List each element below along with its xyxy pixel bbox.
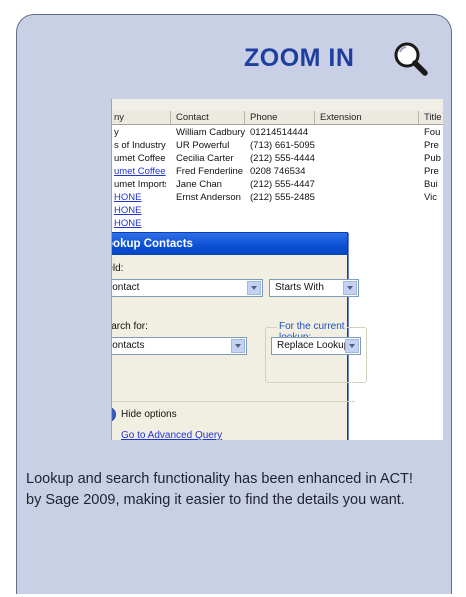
table-cell-contact: Ernst Anderson	[176, 192, 241, 203]
table-cell-company[interactable]: HONE	[114, 218, 166, 229]
field-label: Field:	[112, 263, 124, 274]
table-cell-company: umet Coffee	[114, 153, 166, 164]
hide-options-link[interactable]: Hide options	[121, 409, 177, 420]
table-cell-company[interactable]: umet Coffee	[114, 166, 166, 177]
table-row[interactable]: umet Coffee Cecilia Carter (212) 555-4444 P…	[112, 153, 443, 166]
table-cell-title: Bui	[424, 179, 438, 190]
column-divider[interactable]	[244, 111, 245, 124]
column-header-extension[interactable]: Extension	[320, 112, 362, 123]
table-cell-contact: Cecilia Carter	[176, 153, 234, 164]
field-select[interactable]: Contact	[112, 279, 263, 297]
table-cell-phone: (212) 555-4447	[250, 179, 315, 190]
grid-header: ny Contact Phone Extension Title	[112, 111, 443, 125]
table-cell-company: y	[114, 127, 119, 138]
magnifier-icon	[394, 42, 428, 76]
table-cell-company[interactable]: HONE	[114, 205, 166, 216]
table-cell-phone: 01214514444	[250, 127, 309, 138]
table-cell-title: Pub	[424, 153, 441, 164]
column-header-title[interactable]: Title	[424, 112, 442, 123]
table-cell-phone: (713) 661-5095	[250, 140, 315, 151]
field-select-value: Contact	[112, 282, 140, 293]
zoom-in-title: ZOOM IN	[244, 44, 355, 72]
table-cell-phone: 0208 746534	[250, 166, 306, 177]
table-cell-title: Pre	[424, 140, 439, 151]
table-cell-title: Vic	[424, 192, 438, 203]
table-cell-phone: (212) 555-4444	[250, 153, 315, 164]
search-for-label: Search for:	[111, 321, 148, 332]
table-cell-phone: (212) 555-2485	[250, 192, 315, 203]
table-cell-company: umet Imports	[114, 179, 166, 190]
operator-select[interactable]: Starts With	[269, 279, 359, 297]
column-divider[interactable]	[170, 111, 171, 124]
column-header-contact[interactable]: Contact	[176, 112, 209, 123]
operator-select-value: Starts With	[275, 282, 324, 293]
column-divider[interactable]	[418, 111, 419, 124]
chevron-down-icon[interactable]	[343, 281, 357, 295]
chevron-down-icon[interactable]	[247, 281, 261, 295]
table-row[interactable]: umet Coffee Fred Fenderline 0208 746534 Pre	[112, 166, 443, 179]
search-for-value: Contacts	[112, 340, 145, 351]
table-row[interactable]: HONE	[112, 205, 443, 218]
column-header-phone[interactable]: Phone	[250, 112, 277, 123]
table-row[interactable]: y William Cadbury 01214514444 Fou	[112, 127, 443, 140]
current-lookup-select[interactable]: Replace Lookup	[271, 337, 361, 355]
current-lookup-value: Replace Lookup	[277, 340, 350, 351]
dialog-title-bar[interactable]: Lookup Contacts	[112, 233, 347, 255]
dialog-divider	[112, 401, 355, 402]
table-cell-contact: William Cadbury	[176, 127, 246, 138]
table-cell-company: s of Industry	[114, 140, 166, 151]
screenshot-panel: ny Contact Phone Extension Title y Willia…	[111, 99, 443, 440]
advanced-query-link[interactable]: Go to Advanced Query	[121, 430, 222, 440]
chevron-down-icon[interactable]	[231, 339, 245, 353]
table-cell-contact: Jane Chan	[176, 179, 222, 190]
table-cell-contact: Fred Fenderline	[176, 166, 244, 177]
column-header-company[interactable]: ny	[114, 112, 124, 123]
chevron-down-icon[interactable]	[345, 339, 359, 353]
search-for-select[interactable]: Contacts	[112, 337, 247, 355]
table-row[interactable]: umet Imports Jane Chan (212) 555-4447 Bui	[112, 179, 443, 192]
table-row[interactable]: s of Industry UR Powerful (713) 661-5095 Pr…	[112, 140, 443, 153]
table-cell-contact: UR Powerful	[176, 140, 230, 151]
table-cell-company[interactable]: HONE	[114, 192, 166, 203]
table-cell-title: Fou	[424, 127, 441, 138]
column-divider[interactable]	[314, 111, 315, 124]
table-row[interactable]: HONE	[112, 218, 443, 231]
table-row[interactable]: HONE Ernst Anderson (212) 555-2485 Vic	[112, 192, 443, 205]
table-cell-title: Pre	[424, 166, 439, 177]
lookup-contacts-dialog: Lookup Contacts Field: Contact Starts Wi…	[111, 232, 367, 440]
collapse-icon[interactable]	[112, 407, 116, 422]
caption-text: Lookup and search functionality has been…	[26, 471, 413, 508]
